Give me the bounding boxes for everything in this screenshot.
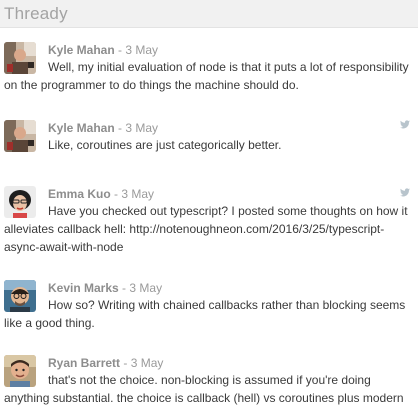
post-meta: Ryan Barrett - 3 May <box>48 355 163 371</box>
post-text: Have you checked out typescript? I poste… <box>4 204 408 254</box>
post-meta: Emma Kuo - 3 May <box>48 186 154 202</box>
author-name[interactable]: Kevin Marks <box>48 281 119 295</box>
post-meta: Kevin Marks - 3 May <box>48 280 162 296</box>
post-text: How so? Writing with chained callbacks r… <box>4 298 406 330</box>
post-text: Like, coroutines are just categorically … <box>48 138 282 152</box>
post-text: that's not the choice. non-blocking is a… <box>4 373 404 405</box>
author-name[interactable]: Ryan Barrett <box>48 356 120 370</box>
post-date[interactable]: 3 May <box>121 187 154 201</box>
meta-separator: - <box>123 356 128 370</box>
twitter-icon[interactable] <box>400 188 410 197</box>
author-name[interactable]: Kyle Mahan <box>48 43 115 57</box>
post-date[interactable]: 3 May <box>125 121 158 135</box>
post-text: Well, my initial evaluation of node is t… <box>4 60 409 92</box>
page: Thready Kyle Mahan - 3 May Well, my init… <box>0 0 418 409</box>
app-title: Thready <box>4 4 68 23</box>
twitter-icon[interactable] <box>400 120 410 129</box>
meta-separator: - <box>122 281 127 295</box>
meta-separator: - <box>118 43 123 57</box>
post-meta: Kyle Mahan - 3 May <box>48 42 158 58</box>
meta-separator: - <box>118 121 123 135</box>
post-date[interactable]: 3 May <box>129 281 162 295</box>
meta-separator: - <box>114 187 119 201</box>
post-date[interactable]: 3 May <box>131 356 164 370</box>
author-name[interactable]: Emma Kuo <box>48 187 111 201</box>
post-date[interactable]: 3 May <box>125 43 158 57</box>
author-name[interactable]: Kyle Mahan <box>48 121 115 135</box>
post-meta: Kyle Mahan - 3 May <box>48 120 158 136</box>
app-header: Thready <box>0 0 418 28</box>
